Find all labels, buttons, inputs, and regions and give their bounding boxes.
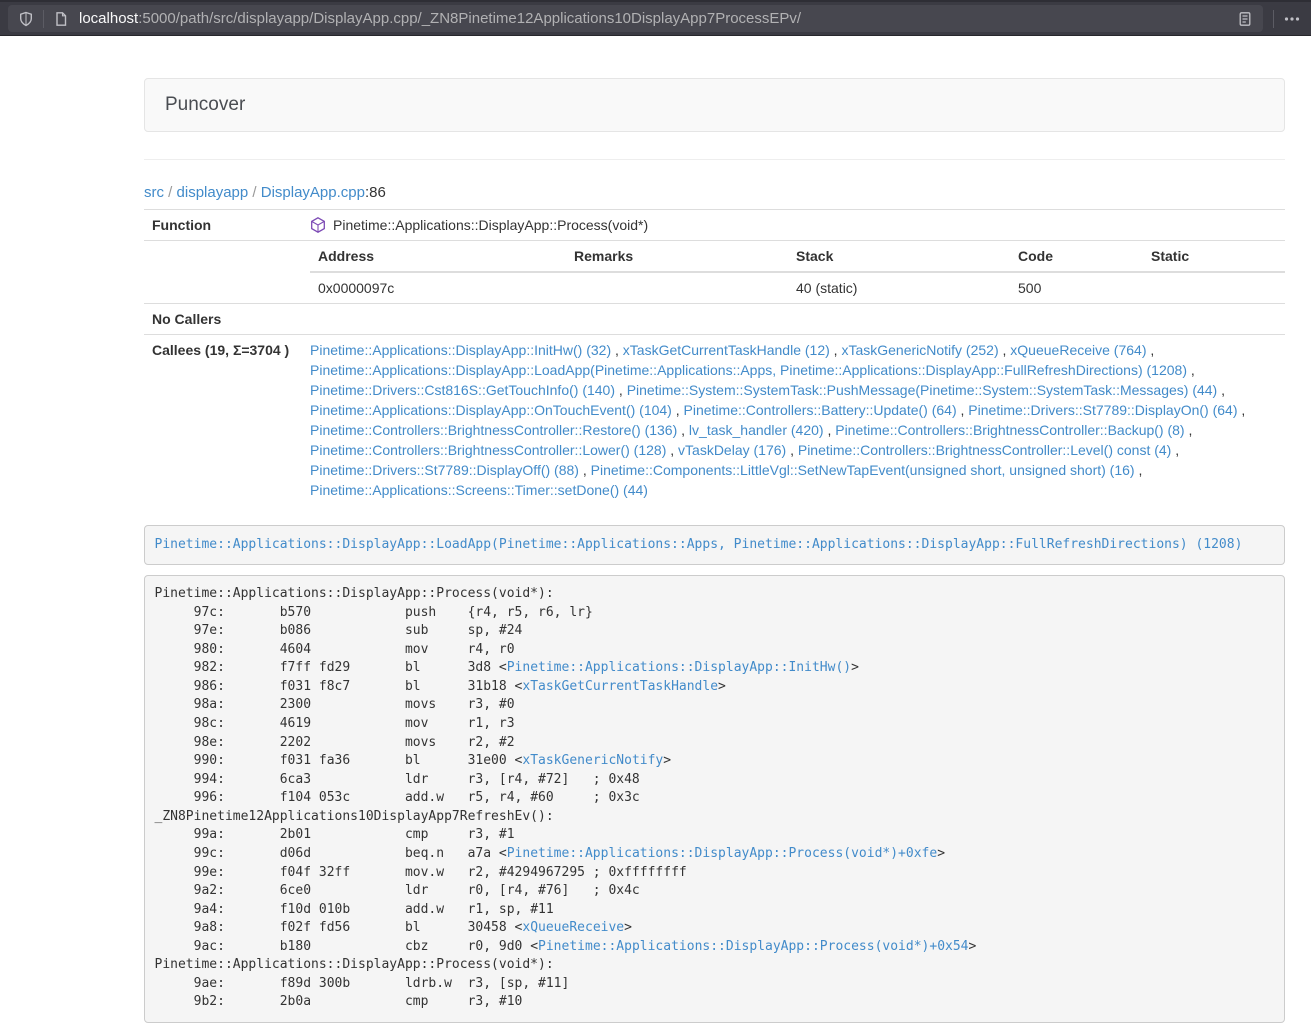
callee-separator: , xyxy=(1146,342,1154,358)
page-title: Puncover xyxy=(165,94,245,115)
callee-separator: , xyxy=(1187,362,1195,378)
no-callers-label: No Callers xyxy=(144,304,302,335)
callee-link[interactable]: Pinetime::Drivers::St7789::DisplayOff() … xyxy=(310,462,579,478)
app-title-panel: Puncover xyxy=(144,78,1285,132)
browser-toolbar: localhost:5000/path/src/displayapp/Displ… xyxy=(0,0,1311,36)
divider xyxy=(144,159,1285,160)
col-address: Address xyxy=(310,241,566,272)
stats-table: Address Remarks Stack Code Static 0x0000… xyxy=(310,241,1285,303)
col-code: Code xyxy=(1010,241,1143,272)
url-host: localhost xyxy=(79,10,138,27)
signature-link[interactable]: Pinetime::Applications::DisplayApp::Load… xyxy=(155,537,1243,552)
shield-icon[interactable] xyxy=(18,11,34,27)
breadcrumb-link-file[interactable]: DisplayApp.cpp xyxy=(261,184,365,201)
menu-icon[interactable] xyxy=(1283,11,1301,27)
callee-separator: , xyxy=(1217,382,1225,398)
function-table: Function Pinetime::Applications::Display… xyxy=(144,209,1285,505)
callee-link[interactable]: Pinetime::Components::LittleVgl::SetNewT… xyxy=(591,462,1135,478)
page-icon[interactable] xyxy=(53,11,69,27)
callee-link[interactable]: vTaskDelay (176) xyxy=(678,442,786,458)
address-value: 0x0000097c xyxy=(310,272,566,303)
disassembly-symbol-link[interactable]: xTaskGetCurrentTaskHandle xyxy=(522,679,718,694)
table-row: 0x0000097c 40 (static) 500 xyxy=(310,272,1285,303)
toolbar-divider xyxy=(1273,10,1274,28)
callee-link[interactable]: xQueueReceive (764) xyxy=(1010,342,1146,358)
disassembly-symbol-link[interactable]: Pinetime::Applications::DisplayApp::Proc… xyxy=(538,939,968,954)
disassembly-symbol-link[interactable]: xTaskGenericNotify xyxy=(522,753,663,768)
disassembly-box: Pinetime::Applications::DisplayApp::Proc… xyxy=(144,575,1285,1023)
remarks-value xyxy=(566,272,788,303)
code-value: 500 xyxy=(1010,272,1143,303)
callee-separator: , xyxy=(677,422,689,438)
callee-link[interactable]: Pinetime::Drivers::Cst816S::GetTouchInfo… xyxy=(310,382,615,398)
callee-link[interactable]: Pinetime::Applications::DisplayApp::OnTo… xyxy=(310,402,672,418)
breadcrumb-link-displayapp[interactable]: displayapp xyxy=(177,184,249,201)
callee-link[interactable]: Pinetime::Controllers::BrightnessControl… xyxy=(310,422,677,438)
callee-link[interactable]: Pinetime::Applications::Screens::Timer::… xyxy=(310,482,648,498)
breadcrumb-line-number: :86 xyxy=(365,184,386,201)
callee-link[interactable]: Pinetime::Controllers::BrightnessControl… xyxy=(310,442,666,458)
callee-separator: , xyxy=(1135,462,1143,478)
callee-link[interactable]: Pinetime::Controllers::BrightnessControl… xyxy=(798,442,1171,458)
callee-link[interactable]: xTaskGetCurrentTaskHandle (12) xyxy=(623,342,830,358)
callee-separator: , xyxy=(999,342,1011,358)
col-remarks: Remarks xyxy=(566,241,788,272)
callees-label: Callees (19, Σ=3704 ) xyxy=(144,335,302,506)
callee-link[interactable]: Pinetime::Applications::DisplayApp::Load… xyxy=(310,362,1187,378)
col-static: Static xyxy=(1143,241,1285,272)
signature-box: Pinetime::Applications::DisplayApp::Load… xyxy=(144,525,1285,565)
callee-link[interactable]: Pinetime::System::SystemTask::PushMessag… xyxy=(627,382,1218,398)
function-name: Pinetime::Applications::DisplayApp::Proc… xyxy=(333,215,648,235)
url-bar[interactable]: localhost:5000/path/src/displayapp/Displ… xyxy=(8,5,1263,32)
callee-separator: , xyxy=(579,462,591,478)
breadcrumb-separator: / xyxy=(252,184,256,201)
callees-list: Pinetime::Applications::DisplayApp::Init… xyxy=(302,335,1285,506)
callee-separator: , xyxy=(824,422,836,438)
callee-link[interactable]: xTaskGenericNotify (252) xyxy=(841,342,998,358)
callees-row: Callees (19, Σ=3704 ) Pinetime::Applicat… xyxy=(144,335,1285,506)
disassembly-symbol-link[interactable]: Pinetime::Applications::DisplayApp::Proc… xyxy=(507,846,937,861)
callee-separator: , xyxy=(615,382,627,398)
callee-link[interactable]: lv_task_handler (420) xyxy=(689,422,824,438)
function-label: Function xyxy=(144,210,302,241)
col-stack: Stack xyxy=(788,241,1010,272)
callee-separator: , xyxy=(830,342,842,358)
url-text[interactable]: localhost:5000/path/src/displayapp/Displ… xyxy=(79,10,1237,27)
callee-link[interactable]: Pinetime::Controllers::BrightnessControl… xyxy=(835,422,1184,438)
disassembly-symbol-link[interactable]: xQueueReceive xyxy=(522,920,624,935)
reader-mode-icon[interactable] xyxy=(1237,11,1253,27)
page-content: Puncover src / displayapp / DisplayApp.c… xyxy=(144,78,1285,1023)
callee-link[interactable]: Pinetime::Drivers::St7789::DisplayOn() (… xyxy=(968,402,1237,418)
url-path: :5000/path/src/displayapp/DisplayApp.cpp… xyxy=(138,10,801,27)
toolbar-divider xyxy=(43,10,44,28)
callee-separator: , xyxy=(672,402,684,418)
package-icon xyxy=(310,217,326,233)
breadcrumb-link-src[interactable]: src xyxy=(144,184,164,201)
function-row: Function Pinetime::Applications::Display… xyxy=(144,210,1285,241)
callee-link[interactable]: Pinetime::Applications::DisplayApp::Init… xyxy=(310,342,611,358)
callee-separator: , xyxy=(1185,422,1193,438)
callee-link[interactable]: Pinetime::Controllers::Battery::Update()… xyxy=(684,402,957,418)
stack-value: 40 (static) xyxy=(788,272,1010,303)
breadcrumb: src / displayapp / DisplayApp.cpp:86 xyxy=(144,184,1285,201)
callee-separator: , xyxy=(786,442,798,458)
callee-separator: , xyxy=(666,442,678,458)
callee-separator: , xyxy=(1171,442,1179,458)
stats-row: Address Remarks Stack Code Static 0x0000… xyxy=(144,241,1285,304)
callee-separator: , xyxy=(957,402,969,418)
breadcrumb-separator: / xyxy=(168,184,172,201)
callee-separator: , xyxy=(611,342,623,358)
disassembly-symbol-link[interactable]: Pinetime::Applications::DisplayApp::Init… xyxy=(507,660,851,675)
static-value xyxy=(1143,272,1285,303)
callee-separator: , xyxy=(1238,402,1246,418)
no-callers-row: No Callers xyxy=(144,304,1285,335)
